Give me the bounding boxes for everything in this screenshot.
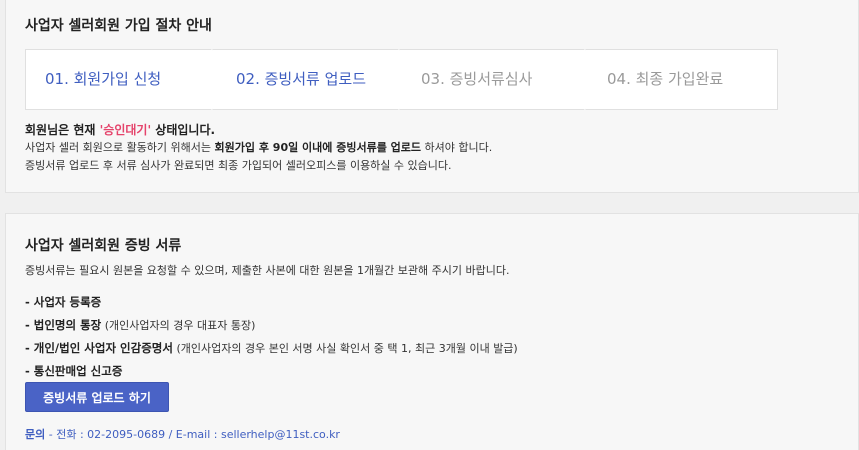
list-item: - 통신판매업 신고증 (25, 364, 123, 378)
step-2-label: 02. 증빙서류 업로드 (236, 70, 366, 88)
step-2: 02. 증빙서류 업로드 (213, 49, 400, 110)
documents-panel: 사업자 셀러회원 증빙 서류 증빙서류는 필요시 원본을 요청할 수 있으며, … (5, 213, 859, 450)
step-4-label: 04. 최종 가입완료 (607, 70, 724, 88)
list-item: - 법인명의 통장 (개인사업자의 경우 대표자 통장) (25, 318, 256, 332)
step-4: 04. 최종 가입완료 (586, 49, 778, 110)
contact-info: 문의 - 전화 : 02-2095-0689 / E-mail : seller… (25, 426, 340, 442)
step-1: 01. 회원가입 신청 (25, 49, 213, 110)
signup-process-panel: 사업자 셀러회원 가입 절차 안내 01. 회원가입 신청 02. 증빙서류 업… (5, 0, 859, 193)
documents-title: 사업자 셀러회원 증빙 서류 (25, 238, 182, 254)
status-info: 회원님은 현재 '승인대기' 상태입니다. 사업자 셀러 회원으로 활동하기 위… (25, 121, 492, 175)
contact-label: 문의 (25, 428, 46, 441)
status-badge: '승인대기' (99, 123, 152, 137)
upload-documents-button[interactable]: 증빙서류 업로드 하기 (25, 382, 169, 412)
list-item: - 개인/법인 사업자 인감증명서 (개인사업자의 경우 본인 서명 사실 확인… (25, 341, 518, 355)
notice-line-1: 사업자 셀러 회원으로 활동하기 위해서는 회원가입 후 90일 이내에 증빙서… (25, 141, 493, 154)
step-3-label: 03. 증빙서류심사 (421, 70, 533, 88)
step-1-label: 01. 회원가입 신청 (45, 70, 162, 88)
document-list: - 사업자 등록증 - 법인명의 통장 (개인사업자의 경우 대표자 통장) -… (25, 291, 518, 383)
process-steps: 01. 회원가입 신청 02. 증빙서류 업로드 03. 증빙서류심사 04. … (25, 49, 778, 110)
documents-description: 증빙서류는 필요시 원본을 요청할 수 있으며, 제출한 사본에 대한 원본을 … (25, 264, 510, 277)
contact-text: - 전화 : 02-2095-0689 / E-mail : sellerhel… (45, 428, 340, 441)
notice-line-2: 증빙서류 업로드 후 서류 심사가 완료되면 최종 가입되어 셀러오피스를 이용… (25, 159, 452, 172)
step-3: 03. 증빙서류심사 (400, 49, 586, 110)
status-line: 회원님은 현재 '승인대기' 상태입니다. (25, 123, 216, 137)
process-title: 사업자 셀러회원 가입 절차 안내 (25, 18, 212, 34)
list-item: - 사업자 등록증 (25, 295, 102, 309)
